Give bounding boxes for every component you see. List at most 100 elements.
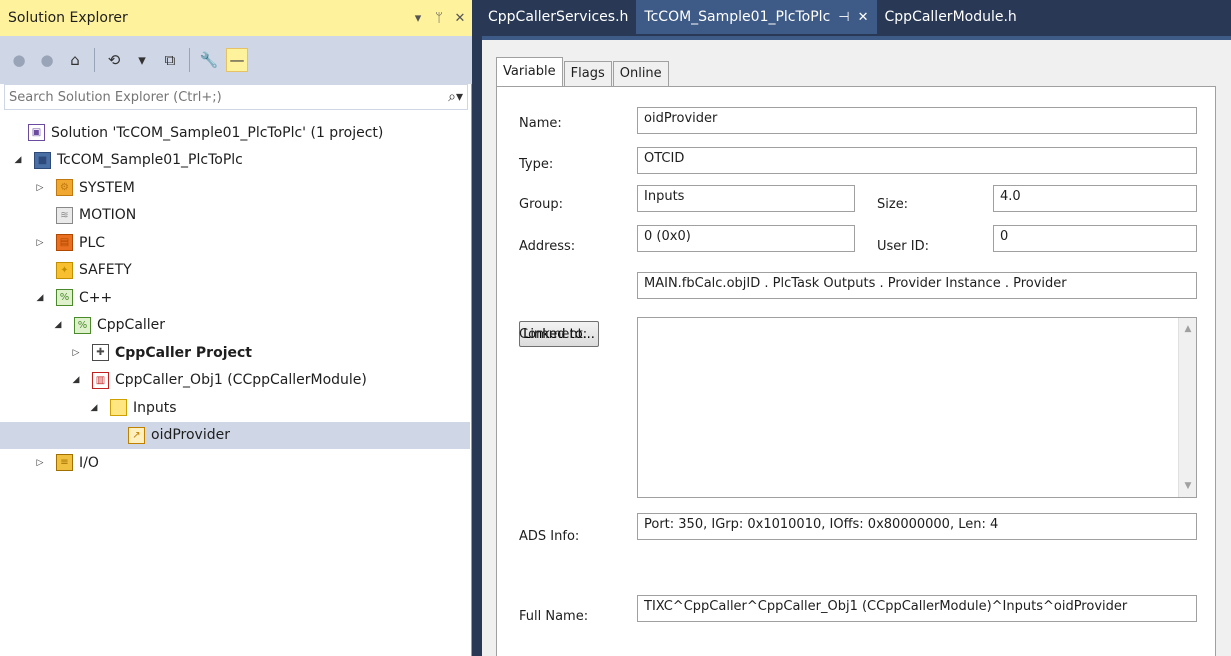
tree-item[interactable]: ◢% CppCaller bbox=[0, 312, 470, 340]
close-tab-icon[interactable]: ✕ bbox=[858, 10, 869, 25]
cpp-project-icon: ✚ bbox=[92, 344, 109, 362]
tree-item[interactable]: ▷ ▤ PLC bbox=[0, 229, 470, 257]
tab-cppcallermodule-h[interactable]: CppCallerModule.h bbox=[877, 0, 1025, 34]
address-field[interactable]: 0 (0x0) bbox=[637, 225, 855, 252]
type-field[interactable]: OTCID bbox=[637, 147, 1197, 174]
tree-item-label: SYSTEM bbox=[79, 179, 135, 196]
linked-to-field[interactable]: MAIN.fbCalc.objID . PlcTask Outputs . Pr… bbox=[637, 272, 1197, 299]
tree-item[interactable]: ✦ SAFETY bbox=[0, 257, 470, 285]
tree-item-label: SAFETY bbox=[79, 262, 132, 279]
tree-item[interactable]: ▷ ≡ I/O bbox=[0, 449, 470, 477]
tree-item[interactable]: ▷ ⚙ SYSTEM bbox=[0, 174, 470, 202]
tree-item-label: TcCOM_Sample01_PlcToPlc bbox=[57, 152, 243, 169]
toolbar-separator bbox=[94, 48, 95, 72]
close-icon[interactable]: ✕ bbox=[451, 11, 469, 26]
solution-explorer-title: Solution Explorer bbox=[8, 10, 128, 26]
tree-item-label: Solution 'TcCOM_Sample01_PlcToPlc' (1 pr… bbox=[51, 124, 384, 141]
ads-info-field[interactable]: Port: 350, IGrp: 0x1010010, IOffs: 0x800… bbox=[637, 513, 1197, 540]
ads-info-label: ADS Info: bbox=[519, 529, 580, 544]
variable-properties-panel: Variable Flags Online Name: oidProvider … bbox=[482, 36, 1231, 656]
tab-label: CppCallerServices.h bbox=[488, 9, 629, 25]
solution-icon: ▣ bbox=[28, 124, 45, 142]
expanded-arrow-icon[interactable]: ◢ bbox=[70, 375, 82, 385]
solution-explorer-pane: Solution Explorer ▾ ᛘ ✕ ● ● ⌂ ⟲ ▾ ⧉ 🔧 — … bbox=[0, 0, 472, 656]
expanded-arrow-icon[interactable]: ◢ bbox=[12, 155, 24, 165]
collapsed-arrow-icon[interactable]: ▷ bbox=[34, 458, 46, 468]
home-button[interactable]: ⌂ bbox=[64, 48, 86, 72]
tree-item-label: oidProvider bbox=[151, 427, 230, 444]
tree-item-label: I/O bbox=[79, 454, 99, 471]
window-position-dropdown-icon[interactable]: ▾ bbox=[409, 11, 427, 26]
type-label: Type: bbox=[519, 157, 554, 172]
user-id-label: User ID: bbox=[877, 239, 929, 254]
tree-item[interactable]: ↗ oidProvider bbox=[0, 421, 470, 449]
expanded-arrow-icon[interactable]: ◢ bbox=[52, 320, 64, 330]
tree-item[interactable]: ▣ Solution 'TcCOM_Sample01_PlcToPlc' (1 p… bbox=[0, 119, 470, 147]
collapsed-arrow-icon[interactable]: ▷ bbox=[70, 348, 82, 358]
tab-label: CppCallerModule.h bbox=[884, 9, 1017, 25]
tree-item-label: MOTION bbox=[79, 207, 137, 224]
folder-icon bbox=[110, 399, 127, 417]
search-input[interactable] bbox=[9, 89, 449, 105]
full-name-field[interactable]: TIXC^CppCaller^CppCaller_Obj1 (CCppCalle… bbox=[637, 595, 1197, 622]
group-field[interactable]: Inputs bbox=[637, 185, 855, 212]
tree-item[interactable]: ◢% C++ bbox=[0, 284, 470, 312]
solution-explorer-title-bar: Solution Explorer ▾ ᛘ ✕ bbox=[0, 0, 472, 36]
system-icon: ⚙ bbox=[56, 179, 73, 197]
motion-icon: ≋ bbox=[56, 206, 73, 224]
tab-tccom-sample01-plctoplc[interactable]: TcCOM_Sample01_PlcToPlc ⊣ ✕ bbox=[636, 0, 877, 34]
expanded-arrow-icon[interactable]: ◢ bbox=[34, 293, 46, 303]
expanded-arrow-icon[interactable]: ◢ bbox=[88, 403, 100, 413]
user-id-field[interactable]: 0 bbox=[993, 225, 1197, 252]
comment-scrollbar[interactable]: ▲ ▼ bbox=[1178, 318, 1196, 497]
collapsed-arrow-icon[interactable]: ▷ bbox=[34, 238, 46, 248]
safety-icon: ✦ bbox=[56, 261, 73, 279]
cpp-icon: % bbox=[74, 316, 91, 334]
preview-selected-items-button[interactable]: — bbox=[226, 48, 248, 72]
tree-item-label: C++ bbox=[79, 289, 113, 306]
name-field[interactable]: oidProvider bbox=[637, 107, 1197, 134]
tree-item[interactable]: ≋ MOTION bbox=[0, 202, 470, 230]
io-icon: ≡ bbox=[56, 454, 73, 472]
tree-item-label: PLC bbox=[79, 234, 106, 251]
tab-online[interactable]: Online bbox=[612, 61, 669, 87]
back-button[interactable]: ● bbox=[8, 48, 30, 72]
plc-icon: ▤ bbox=[56, 234, 73, 252]
filter-dropdown-button[interactable]: ▾ bbox=[131, 48, 153, 72]
tab-flags[interactable]: Flags bbox=[563, 61, 612, 87]
tree-item[interactable]: ▷ ✚ CppCaller Project bbox=[0, 339, 470, 367]
properties-button[interactable]: 🔧 bbox=[198, 48, 220, 72]
variable-icon: ↗ bbox=[128, 426, 145, 444]
toolbar-separator bbox=[189, 48, 190, 72]
size-label: Size: bbox=[877, 197, 909, 212]
forward-button[interactable]: ● bbox=[36, 48, 58, 72]
full-name-label: Full Name: bbox=[519, 609, 589, 624]
tree-item[interactable]: ◢ Inputs bbox=[0, 394, 470, 422]
pending-changes-filter-button[interactable]: ⟲ bbox=[103, 48, 125, 72]
tab-label: TcCOM_Sample01_PlcToPlc bbox=[644, 9, 831, 25]
scroll-down-icon[interactable]: ▼ bbox=[1179, 481, 1197, 491]
group-label: Group: bbox=[519, 197, 563, 212]
name-label: Name: bbox=[519, 116, 562, 131]
property-tabs: Variable Flags Online bbox=[496, 53, 670, 87]
document-area: CppCallerServices.h TcCOM_Sample01_PlcTo… bbox=[480, 0, 1231, 656]
module-icon: ▥ bbox=[92, 371, 109, 389]
document-tab-strip: CppCallerServices.h TcCOM_Sample01_PlcTo… bbox=[480, 0, 1231, 34]
scroll-up-icon[interactable]: ▲ bbox=[1179, 324, 1197, 334]
size-field[interactable]: 4.0 bbox=[993, 185, 1197, 212]
address-label: Address: bbox=[519, 239, 576, 254]
solution-explorer-search-box: ⌕▾ bbox=[4, 84, 468, 110]
collapsed-arrow-icon[interactable]: ▷ bbox=[34, 183, 46, 193]
collapse-all-button[interactable]: ⧉ bbox=[159, 48, 181, 72]
tab-cppcallerservices-h[interactable]: CppCallerServices.h bbox=[480, 0, 636, 34]
search-icon[interactable]: ⌕▾ bbox=[448, 89, 463, 105]
comment-textarea[interactable]: ▲ ▼ bbox=[637, 317, 1197, 498]
comment-label: Comment: bbox=[519, 327, 588, 342]
variable-tab-content: Name: oidProvider Type: OTCID Group: Inp… bbox=[496, 86, 1216, 656]
tree-item[interactable]: ◢ ▥ CppCaller_Obj1 (CCppCallerModule) bbox=[0, 367, 470, 395]
tree-item[interactable]: ◢ ■ TcCOM_Sample01_PlcToPlc bbox=[0, 147, 470, 175]
tab-variable[interactable]: Variable bbox=[496, 57, 563, 87]
tree-item-label: CppCaller bbox=[97, 317, 166, 334]
pin-tab-icon[interactable]: ⊣ bbox=[838, 10, 849, 25]
pin-icon[interactable]: ᛘ bbox=[430, 11, 448, 26]
